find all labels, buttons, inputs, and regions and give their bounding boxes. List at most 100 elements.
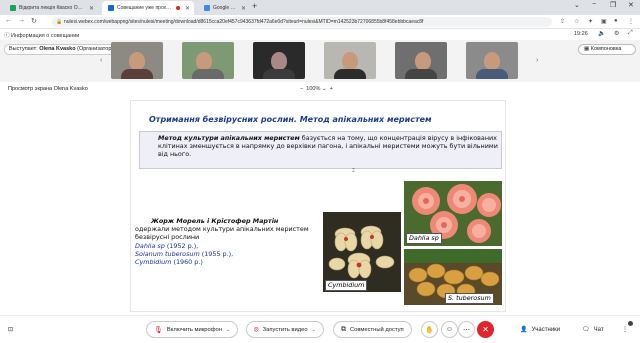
dahlia-photo: Dahlia sp xyxy=(404,181,502,246)
lock-icon: 🔒 xyxy=(56,19,63,25)
chevron-down-icon[interactable]: ⌄ xyxy=(312,327,316,333)
video-label: Запустить видео xyxy=(262,326,308,333)
zoom-in-icon[interactable]: + xyxy=(330,86,333,92)
close-tab-icon[interactable]: ✕ xyxy=(185,5,190,12)
chevron-down-icon[interactable]: ⌄ xyxy=(322,86,327,92)
notification-dot-icon xyxy=(628,321,633,326)
sidebar-icon[interactable]: ▣ xyxy=(601,18,607,25)
browser-tab-meeting[interactable]: Совещание уже проходит ✕ xyxy=(102,1,194,15)
bookmark-star-icon[interactable]: ☆ xyxy=(574,18,579,25)
video-off-icon: ⦻ xyxy=(254,325,259,333)
presenter-name: Olena Kvasko xyxy=(39,46,76,52)
tab-title: Google Перекладач xyxy=(213,5,236,11)
authors-name: Жорж Морель і Крістофер Мартін xyxy=(151,217,279,225)
strip-prev-arrow-icon[interactable]: ‹ xyxy=(100,57,102,64)
hand-icon: ✋ xyxy=(425,326,434,334)
close-window-button[interactable]: ✕ xyxy=(628,1,634,9)
forward-arrow-icon[interactable]: → xyxy=(18,17,25,24)
browser-tab-translate[interactable]: Google Перекладач ✕ xyxy=(198,1,250,15)
share-icon[interactable]: ⇪ xyxy=(560,18,565,25)
text-cursor-icon: ⌶ xyxy=(352,168,356,174)
speaker-icon[interactable]: 🔈 xyxy=(598,30,605,37)
mic-button[interactable]: 🎙 Включить микрофон ⌄ xyxy=(146,321,239,338)
fullscreen-icon[interactable]: ⤢ xyxy=(628,30,633,37)
menu-dots-icon[interactable]: ⋮ xyxy=(628,18,634,25)
chat-label: Чат xyxy=(593,326,604,333)
back-arrow-icon[interactable]: ← xyxy=(5,17,12,24)
participant-strip: Выступает: Olena Kvasko (Организатор) ‹ … xyxy=(0,40,640,82)
participant-video[interactable] xyxy=(395,42,447,79)
meeting-toolbar: ⊡ 🎙 Включить микрофон ⌄ ⦻ Запустить виде… xyxy=(0,315,640,343)
leave-meeting-button[interactable]: ✕ xyxy=(477,321,494,338)
more-dots-icon: ⋯ xyxy=(463,326,470,334)
close-tab-icon[interactable]: ✕ xyxy=(89,5,94,12)
chat-bubble-icon: 🗨 xyxy=(582,327,590,333)
mic-muted-icon: 🎙 xyxy=(154,326,163,334)
layout-button[interactable]: ▦ Компоновка xyxy=(578,44,636,55)
meeting-info-link[interactable]: ⓘ Информация о совещании xyxy=(4,31,79,39)
species-name: Cymbidium xyxy=(135,258,172,267)
share-screen-icon: ⧉ xyxy=(341,325,346,333)
share-label: Совместный доступ xyxy=(350,326,404,333)
video-button[interactable]: ⦻ Запустить видео ⌄ xyxy=(246,321,324,338)
tab-search-icon[interactable]: ⌄ xyxy=(574,1,580,9)
tuberosum-caption: S. tuberosum xyxy=(445,293,494,304)
viewer-label: Просмотр экрана Olena Kvasko xyxy=(8,86,88,92)
emoji-button[interactable]: ☺ xyxy=(441,321,458,338)
cymbidium-photo: Cymbidium xyxy=(323,212,401,292)
species-name: Dahlia sp xyxy=(135,241,165,250)
tab-title: Відкрита лекція Кваско Олени xyxy=(19,5,84,11)
cymbidium-caption: Cymbidium xyxy=(325,280,368,291)
reload-icon[interactable]: ↻ xyxy=(31,17,37,25)
panel-menu-icon[interactable]: ⋮ xyxy=(622,326,628,333)
smiley-icon: ☺ xyxy=(445,326,454,333)
close-icon: ✕ xyxy=(482,325,489,334)
webex-favicon-icon xyxy=(10,5,16,11)
new-tab-button[interactable]: + xyxy=(252,1,257,11)
strip-next-arrow-icon[interactable]: › xyxy=(536,57,538,64)
recording-dot-icon xyxy=(175,6,180,10)
shared-screen: Отримання безвірусних рослин. Метод апік… xyxy=(0,96,640,315)
meeting-info-label: Информация о совещании xyxy=(11,33,80,39)
webex-favicon-icon xyxy=(108,5,114,11)
chat-button[interactable]: 🗨 Чат xyxy=(582,326,604,334)
zoom-level: 100% xyxy=(306,86,321,92)
browser-tab-lecture[interactable]: Відкрита лекція Кваско Олени ✕ xyxy=(4,1,98,15)
url-field[interactable]: 🔒 nulesi.webex.com/webappng/sites/nulesi… xyxy=(52,17,552,27)
minimize-window-button[interactable]: − xyxy=(592,1,596,8)
authors-description: одержали методом культури апікальних мер… xyxy=(135,225,309,242)
profile-avatar-icon[interactable]: ● xyxy=(614,18,618,24)
participants-button[interactable]: 👤 Участники xyxy=(520,326,561,334)
participant-video[interactable] xyxy=(111,42,163,79)
participant-video[interactable] xyxy=(182,42,234,79)
maximize-window-button[interactable]: ❐ xyxy=(610,1,616,9)
species-year: (1952 р.), xyxy=(164,241,199,250)
url-text: nulesi.webex.com/webappng/sites/nulesi/m… xyxy=(64,19,424,25)
close-tab-icon[interactable]: ✕ xyxy=(241,5,246,12)
zoom-control[interactable]: − 100% ⌄ + xyxy=(300,86,333,92)
share-button[interactable]: ⧉ Совместный доступ xyxy=(333,321,412,338)
tab-title: Совещание уже проходит xyxy=(117,5,173,11)
extensions-icon[interactable]: ✦ xyxy=(588,18,593,25)
participants-label: Участники xyxy=(531,326,561,333)
captions-icon[interactable]: ⊡ xyxy=(8,326,13,333)
reactions-button[interactable]: ✋ xyxy=(421,321,438,338)
participant-video[interactable] xyxy=(324,42,376,79)
layout-label: Компоновка xyxy=(590,46,622,52)
meeting-info-bar: ⓘ Информация о совещании 19:26 🔈 ⚙ ⤢ xyxy=(0,29,640,40)
chevron-down-icon[interactable]: ⌄ xyxy=(226,327,230,333)
participant-video[interactable] xyxy=(253,42,305,79)
mic-label: Включить микрофон xyxy=(166,326,222,333)
tuberosum-photo: S. tuberosum xyxy=(404,249,502,305)
method-term: Метод культури апікальних меристем xyxy=(158,134,300,142)
google-translate-icon xyxy=(204,5,210,11)
slide-title: Отримання безвірусних рослин. Метод апік… xyxy=(149,115,432,124)
participant-video[interactable] xyxy=(466,42,518,79)
more-button[interactable]: ⋯ xyxy=(458,321,475,338)
browser-tab-strip: Відкрита лекція Кваско Олени ✕ Совещание… xyxy=(0,0,640,15)
person-icon: 👤 xyxy=(520,327,528,333)
settings-gear-icon[interactable]: ⚙ xyxy=(614,30,619,37)
species-year: (1960 р.) xyxy=(171,258,203,267)
browser-address-bar: ← → ↻ 🔒 nulesi.webex.com/webappng/sites/… xyxy=(0,15,640,29)
zoom-out-icon[interactable]: − xyxy=(300,86,303,92)
